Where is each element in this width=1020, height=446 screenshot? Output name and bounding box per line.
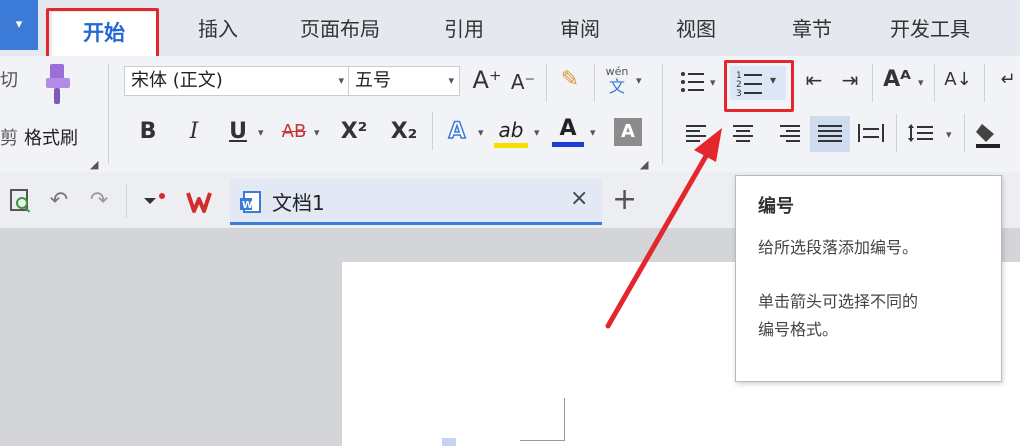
annotation-red-arrow [605, 128, 722, 329]
